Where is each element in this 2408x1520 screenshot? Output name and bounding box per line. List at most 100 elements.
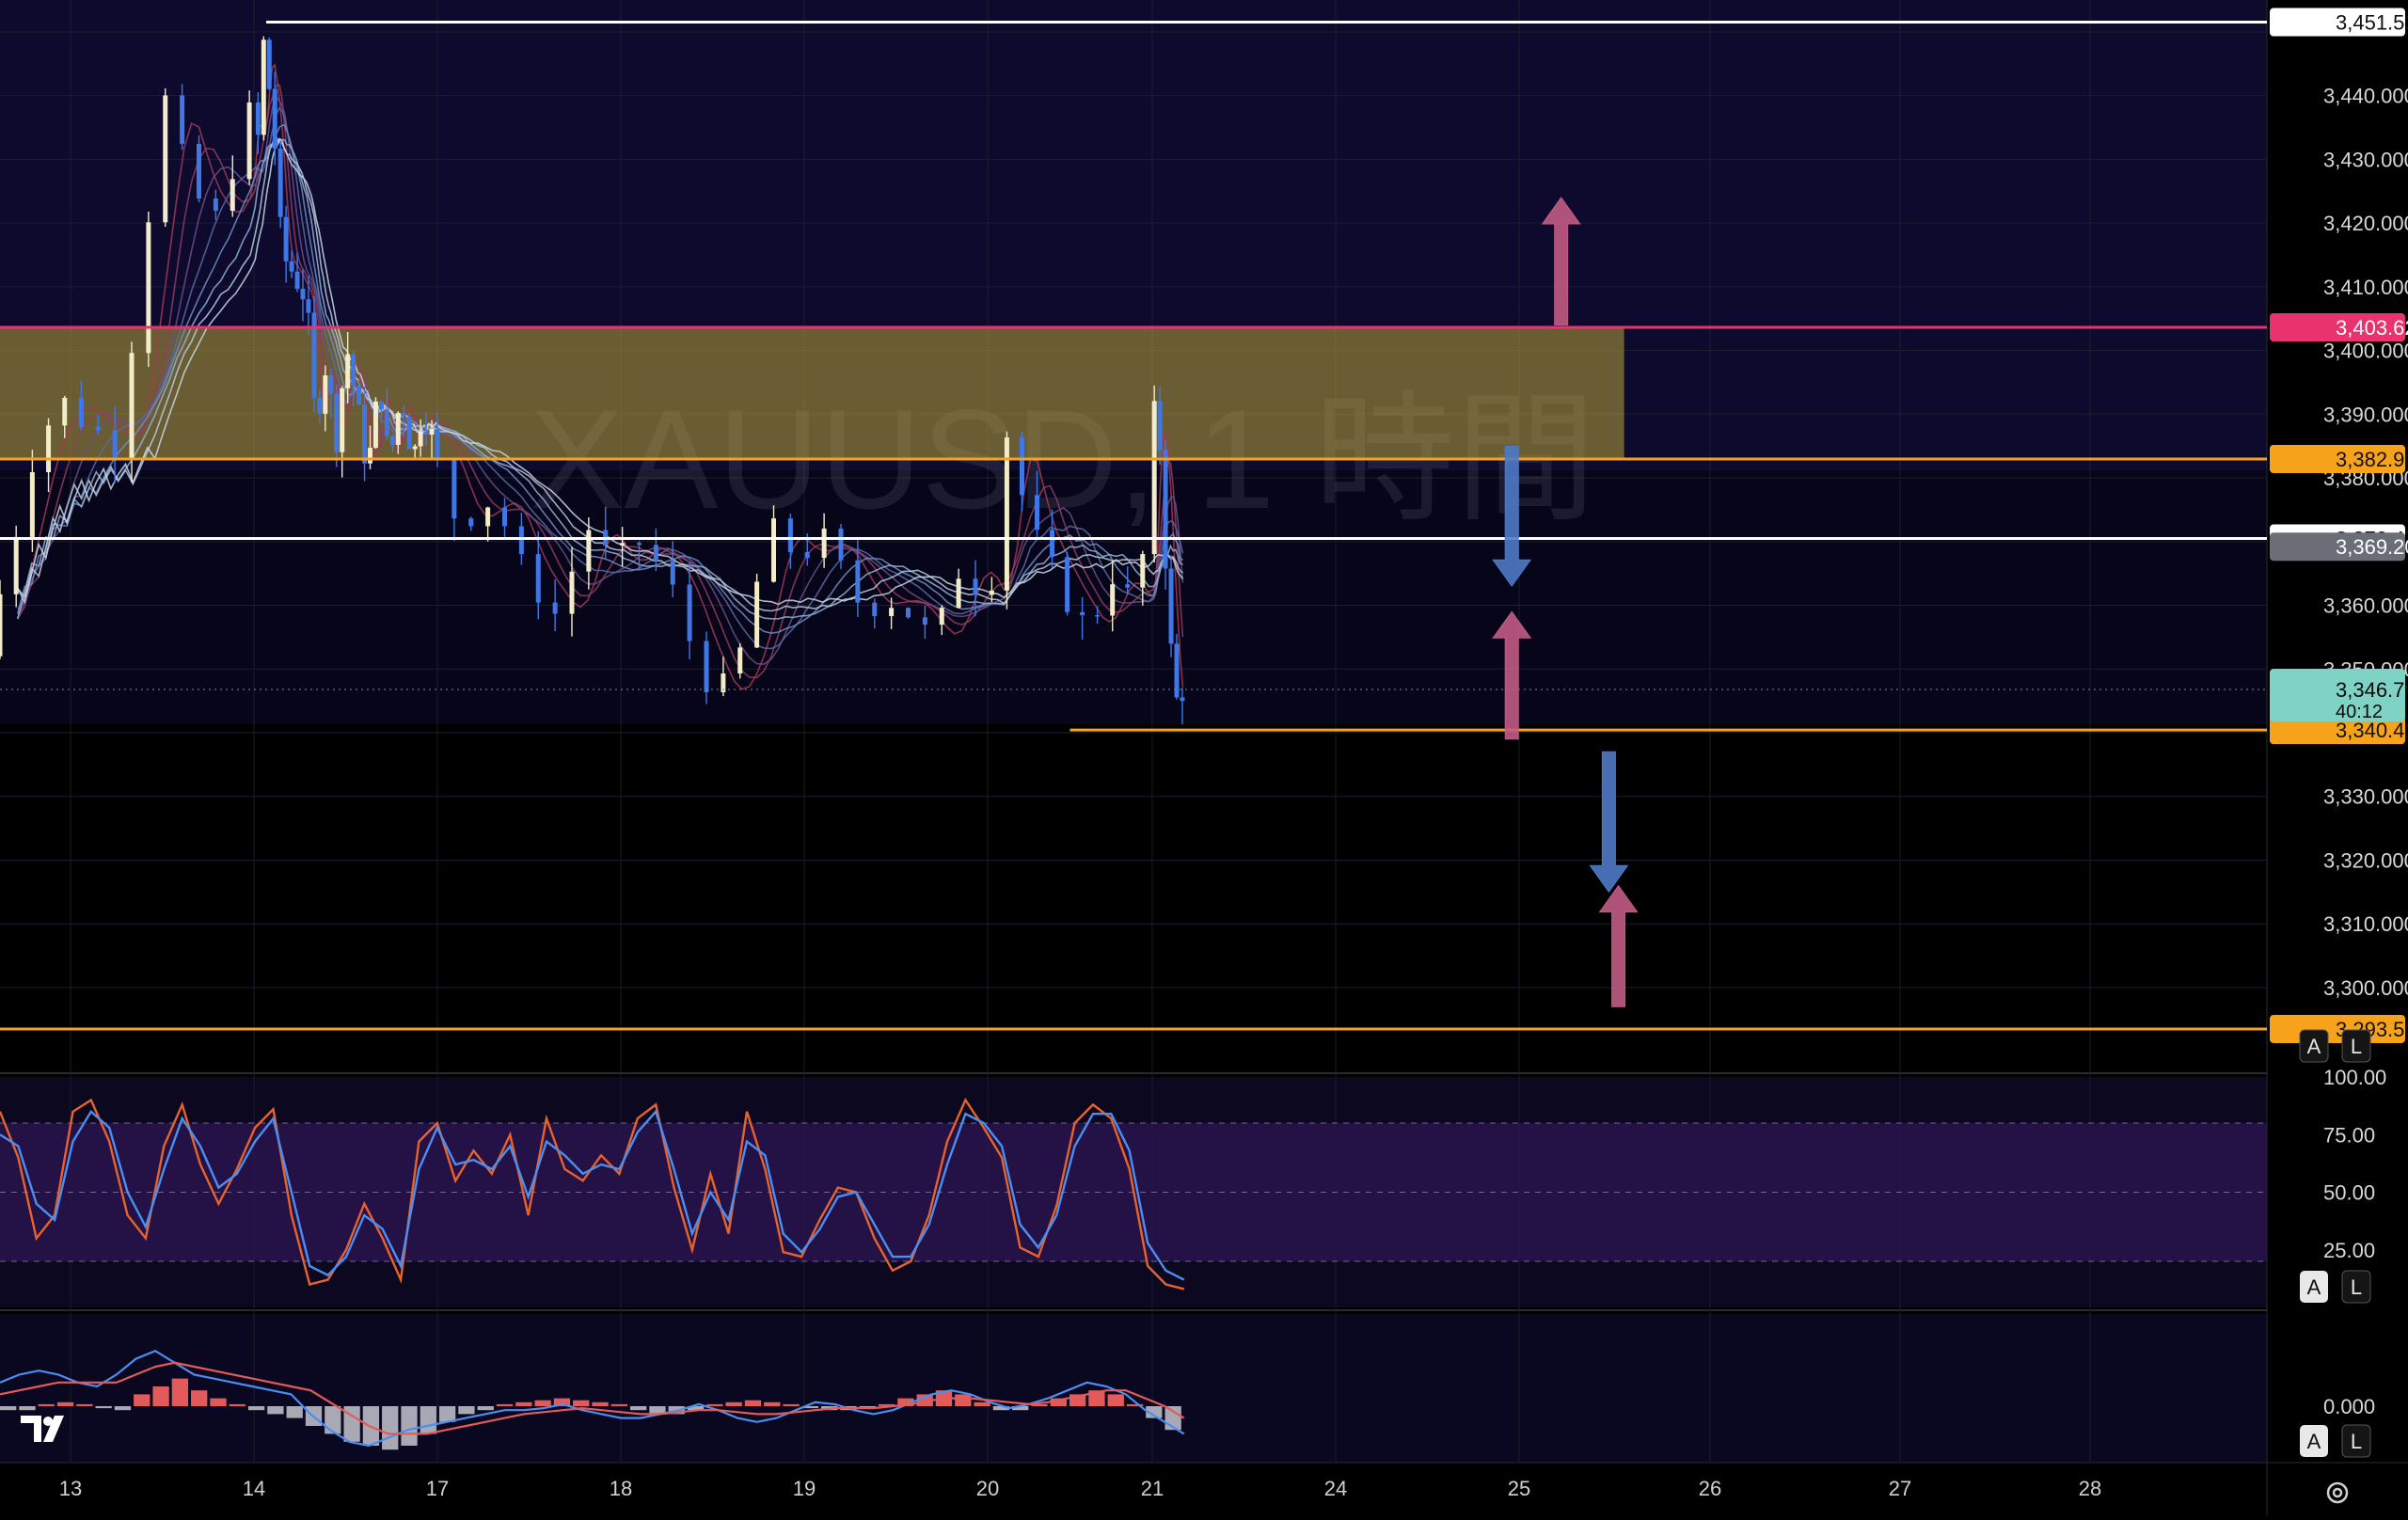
price-tick-label: 3,390.000 bbox=[2323, 403, 2408, 426]
price-tick-label: 3,330.000 bbox=[2323, 785, 2408, 809]
candle-body bbox=[323, 375, 328, 414]
macd-histogram-bar bbox=[610, 1403, 628, 1406]
candle-body bbox=[485, 507, 491, 527]
candle-body bbox=[468, 518, 474, 527]
time-tick-label: 20 bbox=[976, 1477, 999, 1500]
price-tick-label: 3,320.000 bbox=[2323, 848, 2408, 872]
macd-histogram-bar bbox=[76, 1403, 93, 1406]
candle-body bbox=[620, 543, 626, 546]
candle-body bbox=[412, 446, 418, 450]
macd-histogram-bar bbox=[744, 1400, 762, 1406]
macd-histogram-bar bbox=[229, 1403, 246, 1406]
macd-histogram-bar bbox=[534, 1400, 551, 1406]
candle-body bbox=[1140, 554, 1146, 588]
candle-body bbox=[704, 641, 709, 692]
macd-zero-label: 0.000 bbox=[2323, 1395, 2375, 1418]
candle-body bbox=[1050, 530, 1055, 558]
macd-histogram-bar bbox=[783, 1403, 800, 1406]
candle-countdown: 40:12 bbox=[2336, 702, 2383, 722]
candle-body bbox=[29, 471, 35, 537]
log-scale-label-macd: L bbox=[2351, 1430, 2362, 1453]
candle-body bbox=[163, 95, 168, 223]
macd-histogram-bar bbox=[592, 1401, 609, 1406]
macd-histogram-bar bbox=[458, 1406, 475, 1415]
log-scale-label: L bbox=[2351, 1035, 2362, 1058]
candle-body bbox=[246, 102, 252, 180]
price-tick-label: 3,410.000 bbox=[2323, 276, 2408, 299]
candle-body bbox=[62, 397, 68, 426]
time-tick-label: 26 bbox=[1699, 1477, 1721, 1500]
candle-body bbox=[889, 608, 895, 617]
price-level-label: 3,369.200 bbox=[2336, 535, 2408, 559]
candle-body bbox=[518, 526, 524, 555]
price-tick-label: 3,310.000 bbox=[2323, 912, 2408, 936]
candle-body bbox=[653, 545, 658, 562]
candle-body bbox=[552, 602, 558, 614]
price-tick-label: 3,360.000 bbox=[2323, 594, 2408, 618]
macd-histogram-bar bbox=[134, 1394, 150, 1406]
candle-body bbox=[1180, 697, 1185, 702]
candle-body bbox=[569, 571, 575, 614]
macd-histogram-bar bbox=[210, 1398, 227, 1406]
candle-body bbox=[838, 528, 844, 561]
candle-body bbox=[1163, 450, 1168, 569]
macd-histogram-bar bbox=[267, 1406, 284, 1415]
candle-body bbox=[112, 430, 118, 459]
macd-histogram-bar bbox=[496, 1403, 514, 1406]
candle-body bbox=[328, 375, 334, 394]
macd-histogram-bar bbox=[56, 1401, 74, 1406]
candle-body bbox=[670, 561, 675, 585]
candle-body bbox=[435, 428, 440, 461]
macd-histogram-bar bbox=[286, 1406, 303, 1418]
log-scale-label-stoch: L bbox=[2351, 1275, 2362, 1299]
candle-body bbox=[78, 397, 84, 427]
candle-body bbox=[973, 578, 978, 595]
time-tick-label: 24 bbox=[1324, 1477, 1347, 1500]
price-tick-label: 3,400.000 bbox=[2323, 340, 2408, 363]
candle-body bbox=[95, 426, 101, 431]
candle-body bbox=[389, 435, 395, 445]
candle-body bbox=[787, 518, 793, 553]
stoch-tick-label: 50.00 bbox=[2323, 1181, 2375, 1205]
candle-body bbox=[1004, 437, 1009, 591]
macd-histogram-bar bbox=[706, 1403, 723, 1406]
candle-body bbox=[754, 581, 760, 648]
price-tick-label: 3,420.000 bbox=[2323, 212, 2408, 235]
chart-canvas[interactable]: XAUUSD, 1 時間 1314171819202124252627283,3… bbox=[0, 0, 2408, 1515]
macd-histogram-bar bbox=[515, 1401, 532, 1406]
stoch-tick-label: 100.00 bbox=[2323, 1066, 2386, 1089]
price-tick-label: 3,300.000 bbox=[2323, 976, 2408, 1000]
candle-body bbox=[906, 608, 911, 618]
candle-body bbox=[401, 412, 406, 418]
macd-histogram-bar bbox=[95, 1406, 112, 1409]
candle-body bbox=[1168, 568, 1174, 644]
macd-histogram-bar bbox=[247, 1406, 265, 1411]
candle-body bbox=[502, 507, 507, 527]
candle-body bbox=[1151, 401, 1157, 555]
candle-body bbox=[1065, 557, 1070, 612]
candle-body bbox=[406, 417, 412, 450]
auto-scale-label: A bbox=[2307, 1035, 2321, 1058]
macd-histogram-bar bbox=[171, 1378, 189, 1406]
macd-histogram-bar bbox=[1107, 1394, 1124, 1406]
candle-body bbox=[272, 88, 277, 150]
macd-histogram-bar bbox=[0, 1406, 17, 1411]
candle-body bbox=[146, 222, 151, 354]
macd-histogram-bar bbox=[152, 1386, 169, 1406]
candle-body bbox=[362, 404, 368, 464]
candle-body bbox=[1095, 614, 1101, 617]
candle-body bbox=[872, 602, 878, 617]
candle-body bbox=[129, 353, 135, 459]
macd-histogram-bar bbox=[19, 1406, 36, 1411]
candle-body bbox=[334, 393, 340, 452]
stoch-tick-label: 25.00 bbox=[2323, 1239, 2375, 1262]
candle-body bbox=[956, 578, 961, 609]
candle-body bbox=[289, 261, 294, 272]
price-tick-label: 3,430.000 bbox=[2323, 148, 2408, 171]
candle-body bbox=[1125, 584, 1131, 588]
candle-body bbox=[340, 388, 345, 452]
macd-histogram-bar bbox=[974, 1401, 990, 1406]
macd-histogram-bar bbox=[420, 1406, 436, 1434]
candle-body bbox=[345, 354, 351, 388]
macd-histogram-bar bbox=[325, 1406, 341, 1434]
